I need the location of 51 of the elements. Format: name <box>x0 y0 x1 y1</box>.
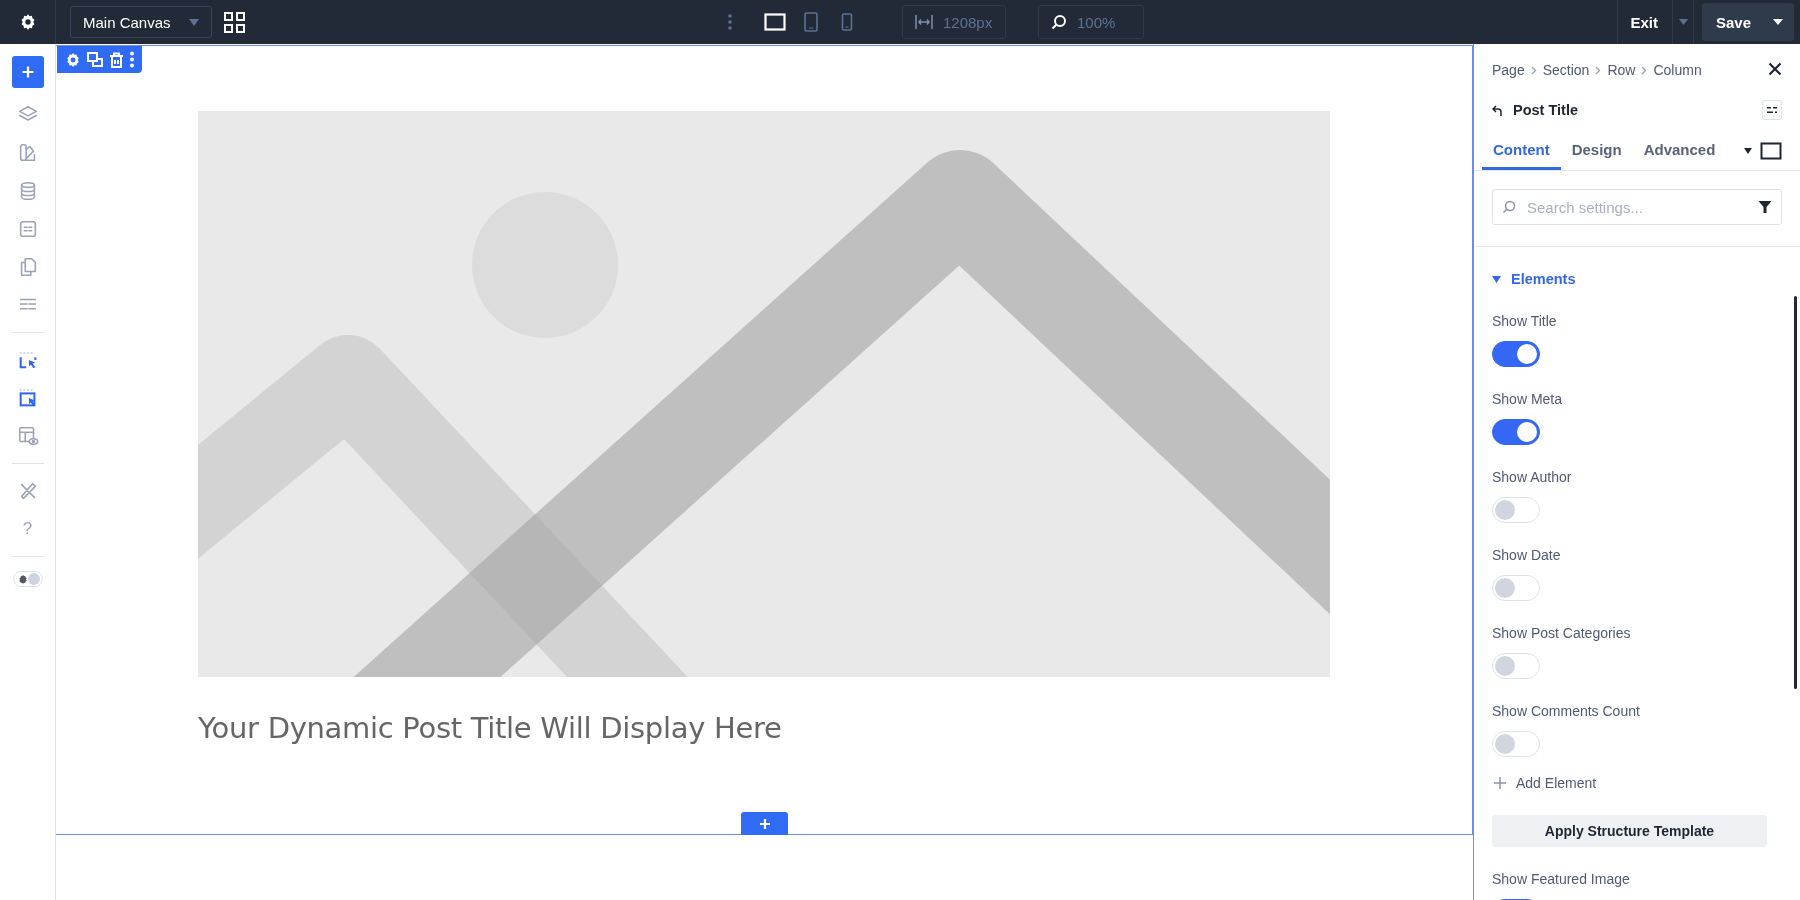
chevron-icon <box>1641 65 1648 75</box>
toggle-label: Show Meta <box>1492 391 1564 407</box>
breadcrumb-link[interactable]: Row <box>1607 62 1636 78</box>
tab[interactable]: Content <box>1482 132 1561 170</box>
add-element-link[interactable]: Add Element <box>1494 775 1597 791</box>
chevron-icon <box>1530 65 1537 75</box>
breadcrumb-link[interactable]: Section <box>1542 62 1590 78</box>
toggle-label: Show Author <box>1492 469 1573 485</box>
save-button[interactable]: Save <box>1702 3 1794 41</box>
plus-icon <box>1494 777 1506 789</box>
search-field[interactable]: Search settings... <box>1492 189 1782 225</box>
caret-icon[interactable] <box>1744 148 1752 154</box>
filter-icon[interactable] <box>1758 200 1772 214</box>
toggle-label: Show Featured Image <box>1492 871 1631 887</box>
scrollbar[interactable] <box>1794 296 1797 689</box>
grid-icon[interactable] <box>224 11 245 33</box>
breadcrumb-link[interactable]: Page <box>1492 62 1525 78</box>
add-icon[interactable] <box>11 56 44 88</box>
toggle-label: Show Title <box>1492 313 1558 329</box>
caret-icon <box>1773 19 1784 25</box>
tab[interactable]: Advanced <box>1632 132 1727 170</box>
more-icon[interactable] <box>130 51 134 68</box>
more-icon[interactable] <box>728 13 732 31</box>
toggle-label: Show Post Categories <box>1492 625 1632 641</box>
toggle-switch[interactable] <box>1492 419 1540 445</box>
desktop-view-icon[interactable] <box>764 10 786 34</box>
module-title: Post Title <box>1513 102 1578 118</box>
trash-icon[interactable] <box>109 51 124 68</box>
section-frame[interactable]: Your Dynamic Post Title Will Display Here <box>56 45 1473 835</box>
toggle-label: Show Date <box>1492 547 1562 563</box>
chevron-icon <box>1595 65 1602 75</box>
apply-template-button[interactable]: Apply Structure Template <box>1492 815 1767 847</box>
post-title: Your Dynamic Post Title Will Display Here <box>198 711 783 745</box>
canvas-select[interactable]: Main Canvas <box>70 6 212 38</box>
add-row-button[interactable] <box>741 812 788 835</box>
group-header[interactable]: Elements <box>1492 269 1576 289</box>
caret-icon <box>189 18 199 26</box>
toggle-label: Show Comments Count <box>1492 703 1641 719</box>
desktop-view-icon[interactable] <box>1760 142 1782 160</box>
duplicate-icon[interactable] <box>87 51 103 68</box>
caret-icon <box>1492 275 1501 283</box>
plus-icon <box>758 817 771 830</box>
options-icon[interactable] <box>1762 100 1782 120</box>
back-icon[interactable] <box>1492 104 1503 116</box>
breadcrumb-link[interactable]: Column <box>1653 62 1702 78</box>
toggle-switch[interactable] <box>1492 341 1540 367</box>
tab[interactable]: Design <box>1560 132 1633 170</box>
search-icon <box>1051 14 1067 30</box>
gear-icon <box>17 574 28 584</box>
width-icon <box>915 14 933 30</box>
search-icon <box>1502 200 1516 214</box>
